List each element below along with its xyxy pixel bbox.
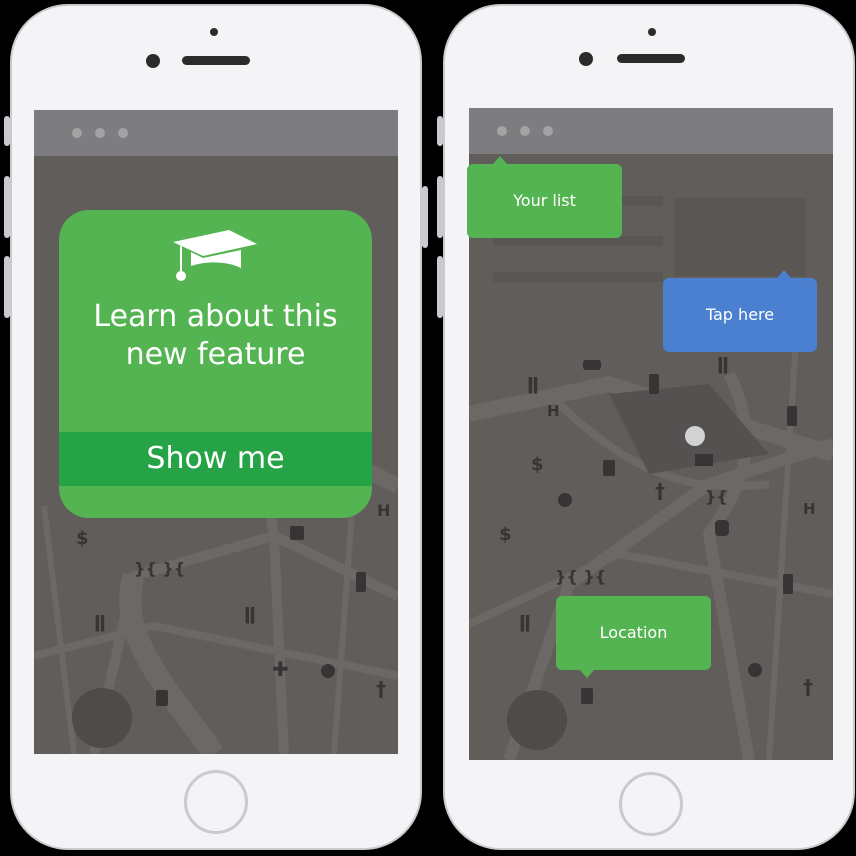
cross-icon: † (803, 675, 813, 699)
earpiece-speaker (617, 54, 685, 63)
cross-icon: † (376, 677, 386, 701)
traffic-light-icon (787, 406, 797, 426)
hospital-h-icon: H (803, 500, 816, 518)
location-tooltip[interactable]: Location (556, 596, 711, 678)
window-dot (118, 128, 128, 138)
feature-card: Learn about this new feature Show me (59, 210, 372, 518)
fork-knife-icon: ǁ (244, 604, 256, 625)
right-phone: ǁ H ǁ $ † }{ H $ }{ }{ ǁ † (437, 4, 855, 850)
tooltip-arrow (493, 156, 507, 164)
hospital-h-icon: H (547, 402, 560, 420)
map-block (674, 198, 806, 276)
traffic-light-icon (356, 572, 366, 592)
fork-knife-icon: ǁ (717, 354, 729, 375)
graduation-cap-icon (173, 230, 257, 281)
police-badge-icon (748, 663, 762, 677)
window-dot (543, 126, 553, 136)
your-list-tooltip[interactable]: Your list (467, 156, 622, 238)
home-button[interactable] (619, 772, 683, 836)
bus-icon (290, 526, 304, 540)
traffic-light-icon (783, 574, 793, 594)
volume-up-button (4, 176, 10, 238)
road-marker-icon: }{ (705, 487, 728, 506)
your-list-label: Your list (513, 191, 576, 210)
browser-bar (34, 110, 398, 156)
window-dot (497, 126, 507, 136)
tooltip-arrow (777, 270, 791, 278)
window-dot (72, 128, 82, 138)
road-marker-icon: }{ }{ (134, 559, 185, 578)
front-camera (579, 52, 593, 66)
tooltip-arrow (580, 670, 594, 678)
fork-knife-icon: ǁ (519, 612, 531, 633)
feature-title-line2: new feature (125, 337, 306, 372)
bus-icon (156, 690, 168, 706)
location-circle (507, 690, 567, 750)
show-me-button[interactable]: Show me (59, 432, 372, 486)
volume-down-button (4, 256, 10, 318)
tap-here-label: Tap here (705, 305, 775, 324)
bus-icon (581, 688, 593, 704)
home-button[interactable] (184, 770, 248, 834)
traffic-light-icon (649, 374, 659, 394)
fork-knife-icon: ǁ (527, 374, 539, 395)
mute-switch (4, 116, 10, 146)
hospital-h-icon: H (377, 501, 390, 520)
car-icon (583, 360, 601, 370)
fork-knife-icon: ǁ (94, 612, 106, 633)
earpiece-speaker (182, 56, 250, 65)
location-circle (72, 688, 132, 748)
browser-bar (469, 108, 833, 154)
dollar-icon: $ (531, 454, 544, 475)
dollar-icon: $ (499, 524, 512, 545)
window-dot (95, 128, 105, 138)
current-location-icon (685, 426, 705, 446)
cross-icon: † (655, 479, 665, 503)
front-sensor (210, 28, 218, 36)
lock-icon (715, 520, 729, 536)
feature-title: Learn about this new feature (59, 298, 372, 374)
map-street-label (493, 272, 663, 282)
power-button (422, 186, 428, 248)
dollar-icon: $ (76, 528, 89, 549)
front-camera (146, 54, 160, 68)
volume-up-button (437, 176, 443, 238)
location-label: Location (599, 623, 668, 642)
window-dot (520, 126, 530, 136)
volume-down-button (437, 256, 443, 318)
feature-title-line1: Learn about this (93, 299, 338, 334)
mail-icon (695, 454, 713, 466)
road-marker-icon: }{ }{ (555, 567, 606, 586)
first-aid-icon: ✚ (272, 657, 289, 681)
mute-switch (437, 116, 443, 146)
police-badge-icon (558, 493, 572, 507)
police-badge-icon (321, 664, 335, 678)
tap-here-tooltip[interactable]: Tap here (663, 270, 817, 352)
bus-icon (603, 460, 615, 476)
front-sensor (648, 28, 656, 36)
